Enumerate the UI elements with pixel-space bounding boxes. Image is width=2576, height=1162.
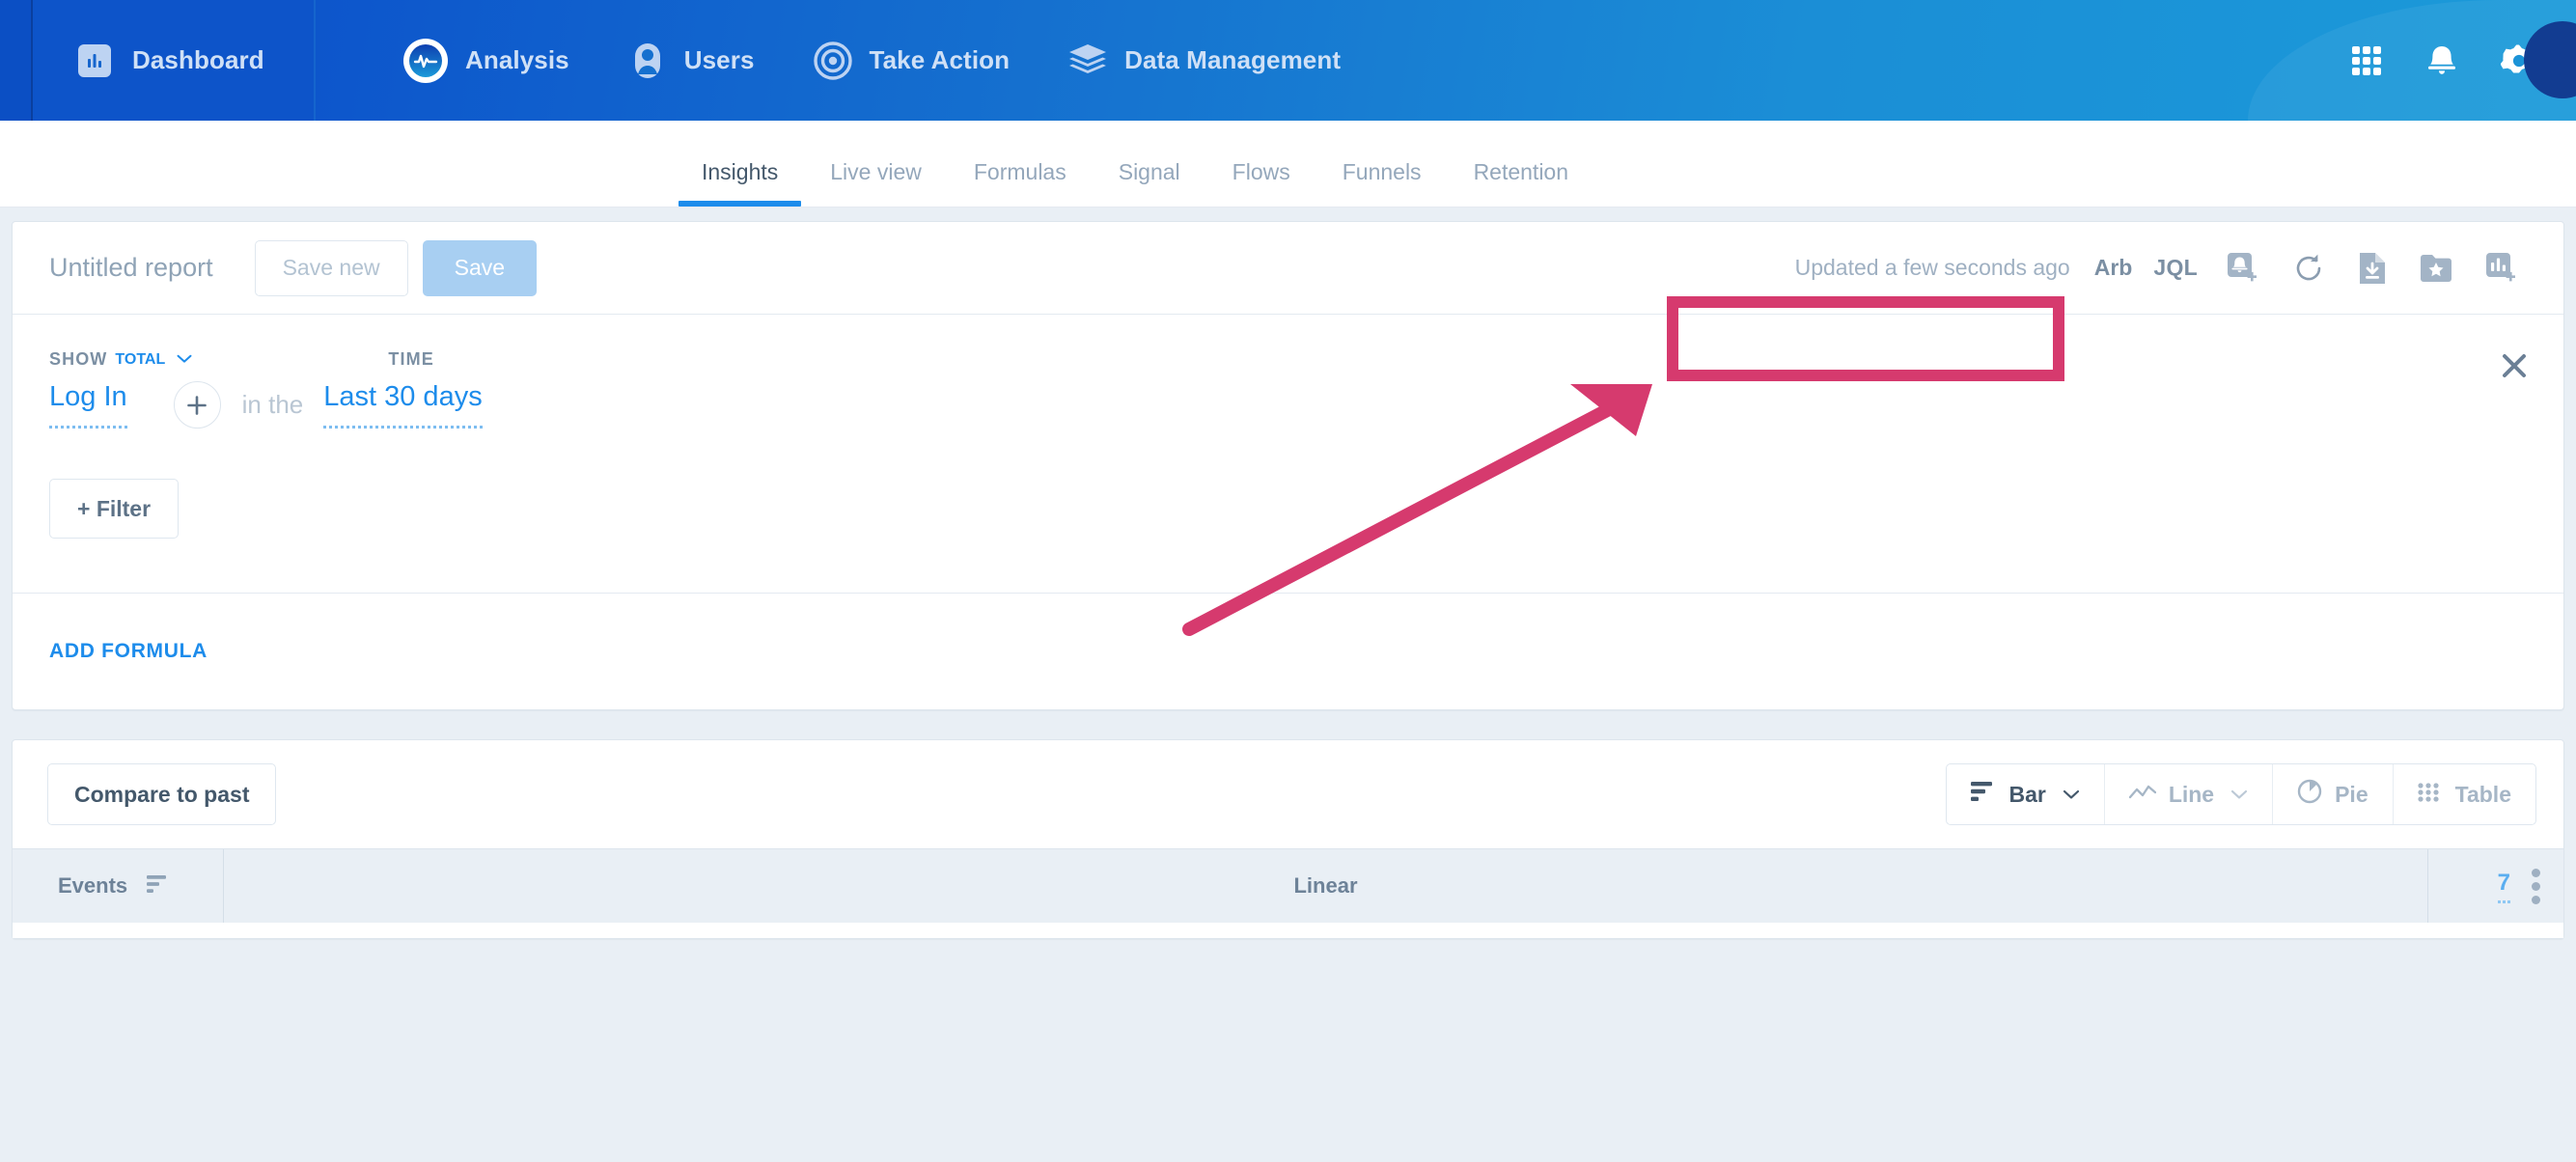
pie-chart-icon — [2297, 779, 2322, 810]
nav-primary-items: Analysis Users Take Actio — [316, 0, 2350, 121]
bar-chart-icon — [78, 44, 111, 77]
chart-toolbar: Compare to past Bar — [13, 740, 2563, 848]
updated-timestamp: Updated a few seconds ago — [1784, 255, 2082, 281]
row-count-value[interactable]: 7 — [2498, 870, 2510, 903]
nav-item-data-management[interactable]: Data Management — [1039, 0, 1370, 121]
show-label: SHOW — [49, 349, 107, 370]
bar-chart-icon — [1971, 781, 1996, 808]
chart-card: Compare to past Bar — [12, 739, 2564, 939]
scale-label: Linear — [1293, 873, 1357, 899]
tab-label: Flows — [1233, 159, 1290, 184]
tab-label: Formulas — [974, 159, 1066, 184]
add-formula-button[interactable]: ADD FORMULA — [49, 640, 208, 663]
date-range-selector[interactable]: Last 30 days — [323, 381, 482, 429]
chart-plot-area — [13, 923, 2563, 938]
apps-grid-icon[interactable] — [2350, 44, 2383, 77]
chart-header-strip: Events Linear 7 — [13, 848, 2563, 923]
tab-label: Retention — [1474, 159, 1568, 184]
save-button[interactable]: Save — [423, 240, 537, 296]
query-builder: SHOW TOTAL TIME Log In in the Last 30 da… — [13, 315, 2563, 594]
add-event-button[interactable] — [174, 381, 221, 429]
page-body: Untitled report Save new Save Updated a … — [0, 208, 2576, 1162]
tab-funnels[interactable]: Funnels — [1316, 159, 1448, 207]
tab-label: Live view — [830, 159, 922, 184]
download-report-icon[interactable] — [2341, 252, 2403, 285]
events-column-header[interactable]: Events — [13, 849, 224, 923]
add-filter-button[interactable]: + Filter — [49, 479, 179, 539]
report-header-actions: Updated a few seconds ago Arb JQL — [1784, 252, 2534, 285]
arb-toggle[interactable]: Arb — [2082, 255, 2146, 281]
top-navigation-bar: Dashboard Analysis — [0, 0, 2576, 121]
layers-icon — [1067, 42, 1108, 79]
report-builder-card: Untitled report Save new Save Updated a … — [12, 221, 2564, 710]
query-field-labels: SHOW TOTAL TIME — [49, 349, 2527, 370]
nav-item-label: Analysis — [465, 45, 569, 75]
tab-label: Signal — [1119, 159, 1180, 184]
tab-signal[interactable]: Signal — [1093, 159, 1206, 207]
create-alert-icon[interactable] — [2210, 252, 2276, 285]
tab-label: Funnels — [1343, 159, 1422, 184]
tab-label: Insights — [702, 159, 778, 184]
tab-retention[interactable]: Retention — [1448, 159, 1594, 207]
page-title[interactable]: Untitled report — [49, 253, 213, 283]
nav-dashboard-label: Dashboard — [132, 45, 264, 75]
viz-label: Line — [2169, 782, 2214, 808]
nav-dashboard-button[interactable]: Dashboard — [31, 0, 316, 121]
nav-item-analysis[interactable]: Analysis — [325, 0, 598, 121]
notifications-bell-icon[interactable] — [2425, 43, 2458, 78]
show-metric-dropdown[interactable]: TOTAL — [115, 351, 192, 369]
nav-item-take-action[interactable]: Take Action — [784, 0, 1039, 121]
row-count-area: 7 — [2428, 849, 2563, 923]
time-label: TIME — [388, 349, 433, 370]
tab-insights[interactable]: Insights — [676, 159, 804, 207]
nav-left-edge — [0, 0, 31, 121]
tab-live-view[interactable]: Live view — [804, 159, 948, 207]
target-icon — [813, 41, 853, 81]
table-grid-icon — [2418, 782, 2443, 808]
formula-section: ADD FORMULA — [13, 594, 2563, 709]
scale-selector[interactable]: Linear — [224, 849, 2428, 923]
chevron-down-icon — [177, 351, 192, 369]
viz-label: Pie — [2335, 782, 2368, 808]
show-metric-value: TOTAL — [115, 351, 165, 368]
viz-option-table[interactable]: Table — [2394, 764, 2535, 824]
tab-formulas[interactable]: Formulas — [948, 159, 1093, 207]
kebab-menu-icon[interactable] — [2532, 869, 2540, 904]
sort-icon[interactable] — [147, 874, 170, 899]
user-icon — [627, 41, 668, 81]
visualization-type-group: Bar Line — [1946, 763, 2536, 825]
bookmark-folder-icon[interactable] — [2403, 254, 2469, 283]
events-label: Events — [58, 873, 127, 899]
report-header: Untitled report Save new Save Updated a … — [13, 222, 2563, 315]
connector-text: in the — [242, 390, 304, 420]
compare-to-past-button[interactable]: Compare to past — [47, 763, 276, 825]
nav-item-label: Users — [684, 45, 755, 75]
nav-item-label: Take Action — [870, 45, 1011, 75]
close-icon[interactable] — [2498, 349, 2531, 382]
jql-toggle[interactable]: JQL — [2145, 255, 2210, 281]
analysis-pulse-icon — [402, 38, 449, 84]
query-row: Log In in the Last 30 days — [49, 381, 2527, 429]
viz-label: Table — [2455, 782, 2511, 808]
chevron-down-icon[interactable] — [2063, 789, 2080, 800]
chevron-down-icon[interactable] — [2230, 789, 2248, 800]
viz-label: Bar — [2008, 782, 2045, 808]
event-selector[interactable]: Log In — [49, 381, 127, 429]
viz-option-bar[interactable]: Bar — [1947, 764, 2104, 824]
viz-option-line[interactable]: Line — [2105, 764, 2273, 824]
add-to-dashboard-icon[interactable] — [2469, 252, 2534, 285]
analysis-sub-navigation: Insights Live view Formulas Signal Flows… — [0, 121, 2576, 208]
refresh-icon[interactable] — [2276, 252, 2341, 285]
tab-flows[interactable]: Flows — [1206, 159, 1316, 207]
add-filter-label: + Filter — [77, 496, 151, 522]
nav-item-users[interactable]: Users — [598, 0, 784, 121]
viz-option-pie[interactable]: Pie — [2273, 764, 2394, 824]
line-chart-icon — [2129, 782, 2156, 808]
nav-item-label: Data Management — [1124, 45, 1341, 75]
save-new-button[interactable]: Save new — [255, 240, 408, 296]
filter-area: + Filter — [49, 429, 2527, 593]
